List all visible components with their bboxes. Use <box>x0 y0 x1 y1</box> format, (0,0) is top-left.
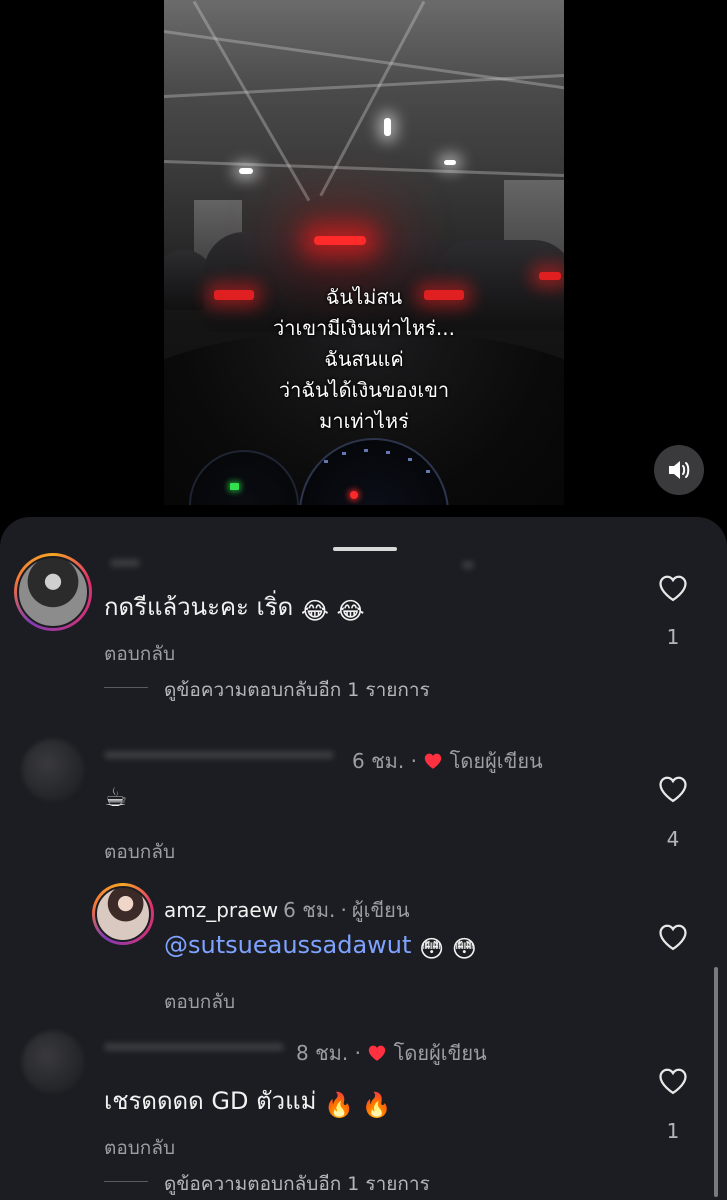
like-count: 4 <box>666 827 680 851</box>
separator: · <box>410 749 417 773</box>
emoji: 🔥 <box>361 1091 392 1119</box>
reply-text: @sutsueaussadawut 😳 😳 <box>164 931 477 963</box>
heart-icon <box>659 1068 687 1095</box>
sheet-drag-handle[interactable] <box>333 547 397 551</box>
author-badge: ผู้เขียน <box>351 898 410 922</box>
avatar-photo <box>95 886 151 942</box>
username-hidden <box>110 559 140 567</box>
gauge-tick <box>342 452 346 455</box>
caption-line: ฉันสนแค่ <box>324 347 404 371</box>
timestamp: 8 ชม. <box>296 1041 349 1065</box>
heart-icon <box>659 776 687 803</box>
avatar[interactable] <box>14 553 92 631</box>
like-button[interactable] <box>656 921 690 953</box>
avatar[interactable] <box>22 739 84 801</box>
mute-button[interactable] <box>654 445 704 495</box>
avatar[interactable] <box>22 1031 84 1093</box>
view-more-replies[interactable]: ดูข้อความตอบกลับอีก 1 รายการ <box>164 1169 430 1199</box>
reply-button[interactable]: ตอบกลับ <box>104 837 175 867</box>
ceiling-beam <box>164 160 564 178</box>
warning-light <box>350 491 358 499</box>
caption-line: ฉันไม่สน <box>325 285 403 309</box>
ceiling-light <box>444 160 456 165</box>
emoji: 😳 <box>451 935 477 963</box>
divider <box>104 1181 148 1182</box>
comment-text: ☕ <box>104 783 128 813</box>
caption-line: มาเท่าไหร่ <box>319 409 409 433</box>
view-more-replies[interactable]: ดูข้อความตอบกลับอีก 1 รายการ <box>164 675 430 705</box>
like-button[interactable] <box>656 1065 690 1097</box>
comment-meta: 6 ชม. · โดยผู้เขียน <box>352 745 543 777</box>
gauge-tick <box>408 458 412 461</box>
gauge-tick <box>426 470 430 473</box>
username-hidden <box>462 561 474 569</box>
comment-text: เชรดดดด GD ตัวแม่ 🔥 🔥 <box>104 1081 391 1120</box>
liked-by-author-label: โดยผู้เขียน <box>449 749 543 773</box>
separator: · <box>354 1041 361 1065</box>
caption-line: ว่าเขามีเงินเท่าไหร่... <box>273 316 455 340</box>
avatar[interactable] <box>92 883 154 945</box>
gauge-tick <box>364 449 368 452</box>
tail-light <box>539 272 561 280</box>
ceiling-light <box>384 118 391 136</box>
ceiling-beam <box>164 73 564 98</box>
comments-sheet[interactable]: กดรีแล้วนะคะ เริ่ด 😂 😂 ตอบกลับ ดูข้อความ… <box>0 517 727 1200</box>
ceiling-beam <box>164 30 564 92</box>
divider <box>104 687 148 688</box>
reply-button[interactable]: ตอบกลับ <box>164 987 235 1017</box>
author-heart-icon <box>425 753 442 769</box>
liked-by-author-label: โดยผู้เขียน <box>393 1041 487 1065</box>
timestamp: 6 ชม. <box>352 749 405 773</box>
emoji: 😂 <box>300 597 329 625</box>
like-count: 1 <box>666 1119 680 1143</box>
separator: · <box>340 898 347 922</box>
mention-link[interactable]: @sutsueaussadawut <box>164 931 411 959</box>
video-player[interactable]: ฉันไม่สน ว่าเขามีเงินเท่าไหร่... ฉันสนแค… <box>164 0 564 505</box>
gauge-tick <box>324 460 328 463</box>
avatar-photo <box>17 556 89 628</box>
speaker-icon <box>669 461 690 479</box>
emoji: 😂 <box>336 597 365 625</box>
comment-body: เชรดดดด GD ตัวแม่ <box>104 1087 317 1115</box>
gauge-tick <box>386 451 390 454</box>
emoji: 😳 <box>419 935 445 963</box>
like-button[interactable] <box>656 773 690 805</box>
reply-meta: amz_praew 6 ชม. · ผู้เขียน <box>164 894 410 926</box>
heart-icon <box>659 575 687 602</box>
ceiling-light <box>239 168 253 174</box>
heart-icon <box>659 924 687 951</box>
username-hidden <box>104 1043 284 1051</box>
username-hidden <box>104 751 334 759</box>
comment-text: กดรีแล้วนะคะ เริ่ด 😂 😂 <box>104 587 365 626</box>
video-caption: ฉันไม่สน ว่าเขามีเงินเท่าไหร่... ฉันสนแค… <box>164 282 564 437</box>
reply-button[interactable]: ตอบกลับ <box>104 639 175 669</box>
emoji: 🔥 <box>324 1091 354 1119</box>
caption-line: ว่าฉันได้เงินของเขา <box>278 378 450 402</box>
indicator-light <box>230 483 239 490</box>
like-count: 1 <box>666 625 680 649</box>
reply-button[interactable]: ตอบกลับ <box>104 1133 175 1163</box>
username[interactable]: amz_praew <box>164 898 278 922</box>
timestamp: 6 ชม. <box>283 898 336 922</box>
brake-light <box>314 236 366 245</box>
comment-body: กดรีแล้วนะคะ เริ่ด <box>104 593 294 621</box>
comment-meta: 8 ชม. · โดยผู้เขียน <box>296 1037 487 1069</box>
author-heart-icon <box>369 1045 386 1061</box>
like-button[interactable] <box>656 572 690 604</box>
scrollbar[interactable] <box>714 967 718 1197</box>
